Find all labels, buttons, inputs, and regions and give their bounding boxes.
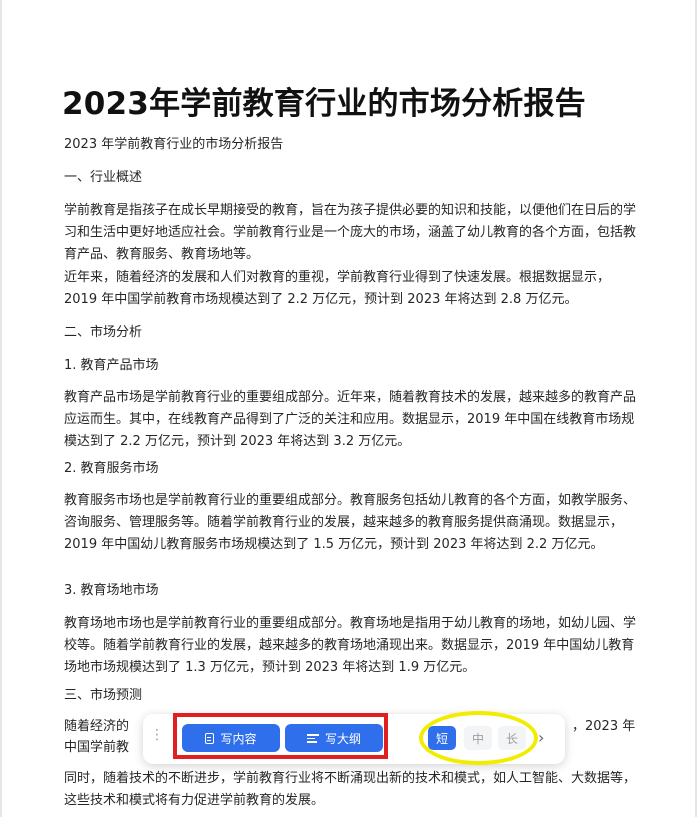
report-subtitle: 2023 年学前教育行业的市场分析报告	[64, 137, 284, 152]
paragraph-forecast-fragment-1: 随着经济的	[64, 719, 130, 734]
document-title: 2023年学前教育行业的市场分析报告	[62, 86, 586, 122]
window-border-left	[0, 0, 2, 817]
paragraph-forecast-fragment-2: ，2023 年	[572, 719, 636, 734]
paragraph-forecast-2: 同时，随着技术的不断进步，学前教育行业将不断涌现出新的技术和模式，如人工智能、大…	[64, 771, 637, 808]
paragraph-products: 教育产品市场是学前教育行业的重要组成部分。近年来，随着教育技术的发展，越来越多的…	[64, 390, 637, 449]
paragraph-overview-2: 近年来，随着经济的发展和人们对教育的重视，学前教育行业得到了快速发展。根据数据显…	[64, 270, 611, 307]
section-heading-overview: 一、行业概述	[64, 170, 143, 185]
paragraph-services: 教育服务市场也是学前教育行业的重要组成部分。教育服务包括幼儿教育的各个方面，如教…	[64, 493, 637, 552]
subheading-services: 2. 教育服务市场	[64, 461, 159, 476]
subheading-products: 1. 教育产品市场	[64, 358, 159, 373]
section-heading-analysis: 二、市场分析	[64, 325, 143, 340]
annotation-red-box	[173, 713, 388, 759]
drag-handle-icon[interactable]: ⋮	[150, 728, 164, 747]
section-heading-forecast: 三、市场预测	[64, 688, 143, 703]
subheading-venues: 3. 教育场地市场	[64, 583, 159, 598]
annotation-yellow-ellipse	[419, 711, 538, 765]
paragraph-forecast-fragment-3: 中国学前教	[64, 740, 130, 755]
paragraph-overview-1: 学前教育是指孩子在成长早期接受的教育，旨在为孩子提供必要的知识和技能，以便他们在…	[64, 203, 637, 262]
chevron-right-icon[interactable]: ›	[538, 729, 552, 747]
paragraph-venues: 教育场地市场也是学前教育行业的重要组成部分。教育场地是指用于幼儿教育的场地，如幼…	[64, 616, 637, 675]
